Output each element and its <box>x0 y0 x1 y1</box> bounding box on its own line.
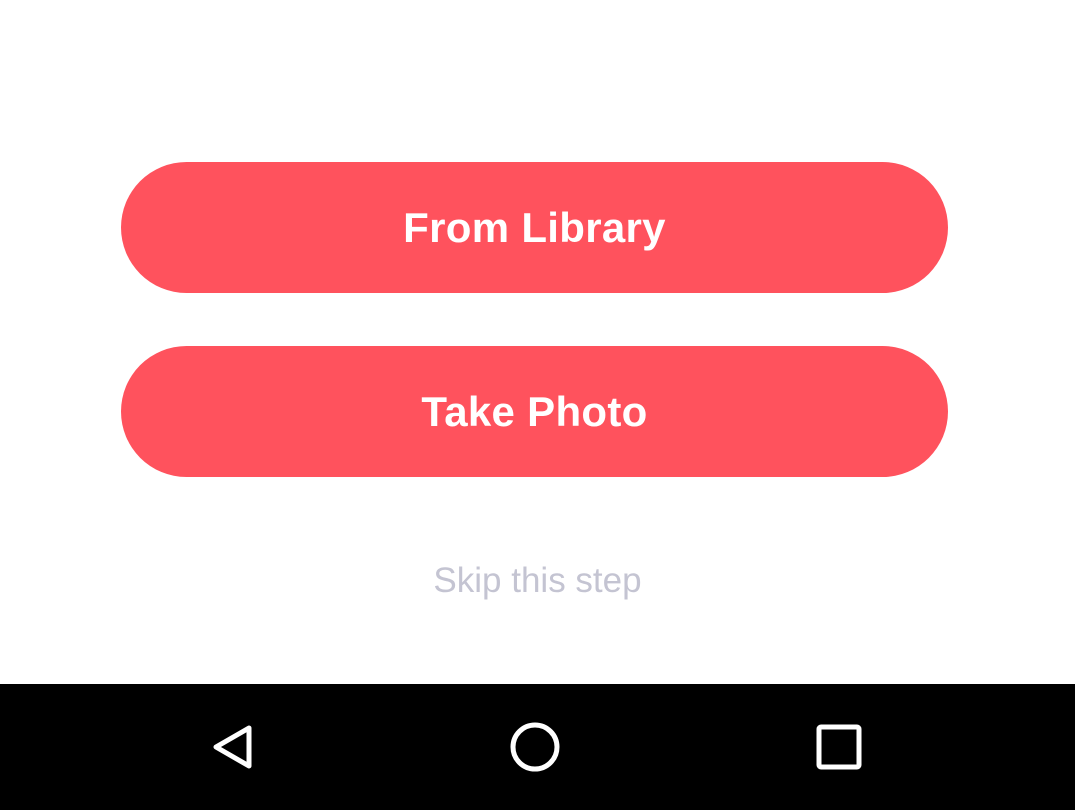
home-circle-icon <box>510 722 560 772</box>
from-library-button[interactable]: From Library <box>121 162 948 293</box>
skip-step-link[interactable]: Skip this step <box>0 558 1075 604</box>
back-triangle-icon <box>213 725 252 769</box>
take-photo-button[interactable]: Take Photo <box>121 346 948 477</box>
photo-source-screen: From Library Take Photo Skip this step <box>0 0 1075 810</box>
content-area: From Library Take Photo Skip this step <box>0 0 1075 684</box>
nav-recents-button[interactable] <box>794 702 884 792</box>
nav-home-button[interactable] <box>490 702 580 792</box>
recents-square-icon <box>816 724 862 770</box>
nav-back-button[interactable] <box>189 702 279 792</box>
system-navigation-bar <box>0 684 1075 810</box>
